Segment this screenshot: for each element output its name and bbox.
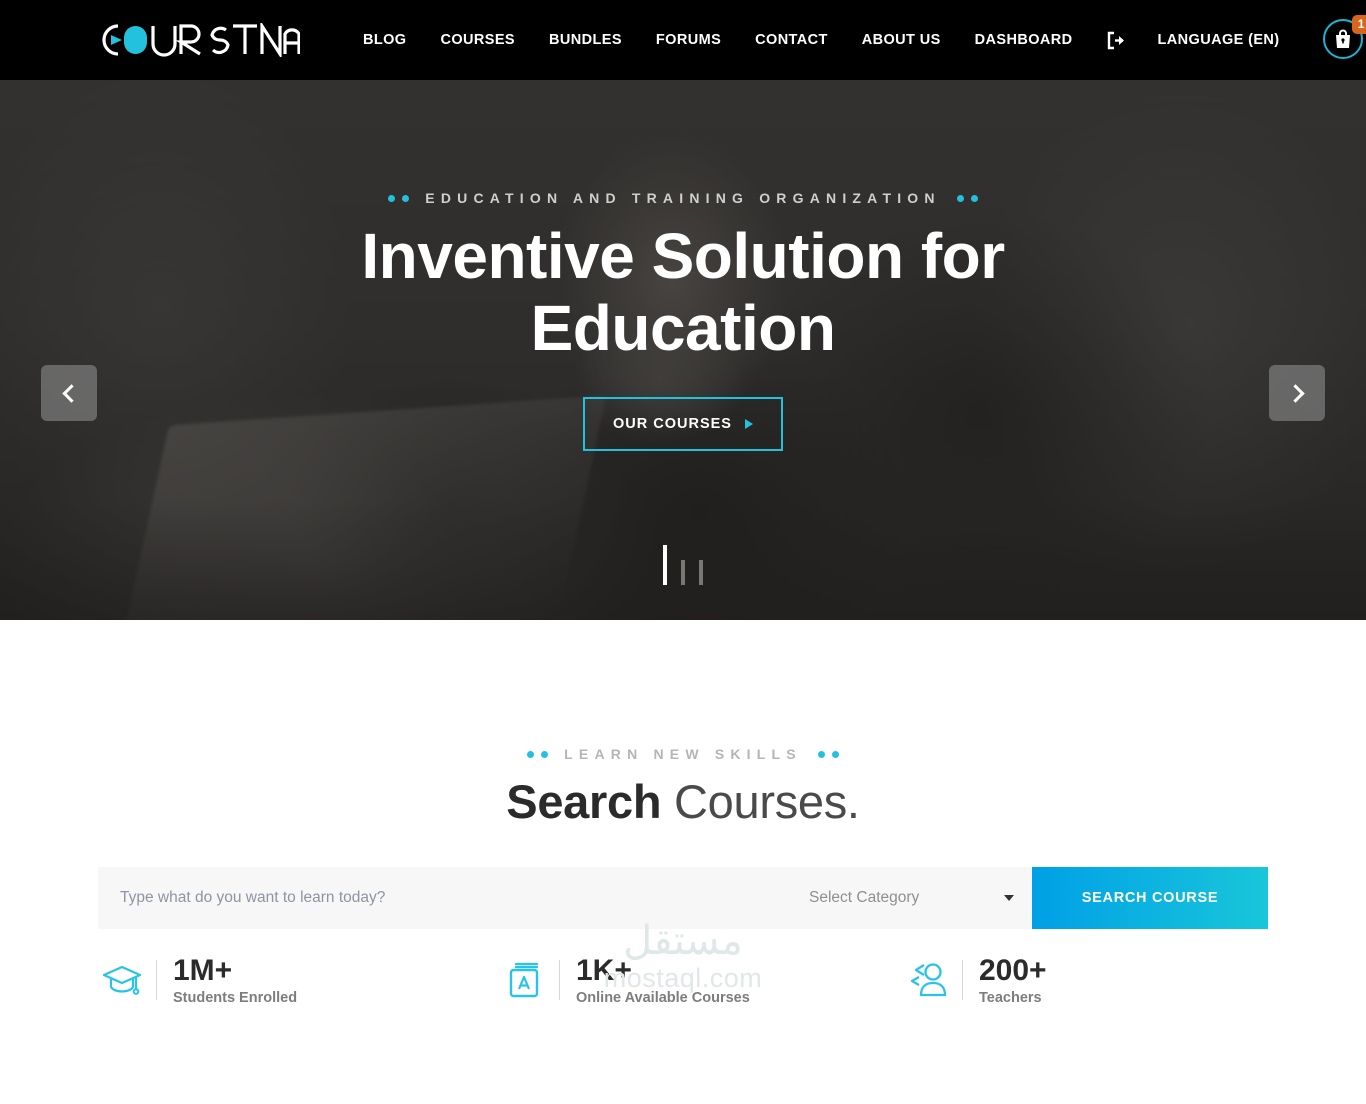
dot-icon bbox=[817, 750, 825, 758]
slider-bar-2[interactable] bbox=[681, 560, 685, 585]
dot-icon bbox=[831, 750, 839, 758]
hero-eyebrow-text: EDUCATION AND TRAINING ORGANIZATION bbox=[425, 190, 941, 206]
dot-icon bbox=[402, 194, 410, 202]
hero-slider: EDUCATION AND TRAINING ORGANIZATION Inve… bbox=[0, 80, 1366, 620]
courstna-logo-icon bbox=[102, 23, 300, 57]
dot-icon bbox=[388, 194, 396, 202]
cart-button[interactable]: 1 bbox=[1322, 15, 1366, 61]
nav-item-bundles[interactable]: BUNDLES bbox=[532, 0, 639, 80]
nav-item-courses[interactable]: COURSES bbox=[424, 0, 533, 80]
section-dots-right bbox=[817, 750, 839, 758]
section-eyebrow-text: LEARN NEW SKILLS bbox=[564, 746, 802, 762]
section-title-rest: Courses. bbox=[661, 775, 860, 828]
mostaql-watermark: مستقل mostaql.com bbox=[0, 921, 1366, 994]
hero-eyebrow: EDUCATION AND TRAINING ORGANIZATION bbox=[388, 190, 978, 206]
eyebrow-dots-right bbox=[956, 194, 978, 202]
section-dots-left bbox=[527, 750, 549, 758]
slider-bar-3[interactable] bbox=[699, 560, 703, 585]
dot-icon bbox=[956, 194, 964, 202]
dot-icon bbox=[541, 750, 549, 758]
logout-icon bbox=[1107, 31, 1124, 49]
slider-next-button[interactable] bbox=[1269, 365, 1325, 421]
play-triangle-icon bbox=[744, 418, 753, 429]
main-navigation: BLOG COURSES BUNDLES FORUMS CONTACT ABOU… bbox=[346, 0, 1297, 80]
our-courses-button[interactable]: OUR COURSES bbox=[583, 396, 783, 451]
category-select-value: Select Category bbox=[809, 889, 920, 906]
section-title-bold: Search bbox=[506, 775, 662, 828]
chevron-left-icon bbox=[61, 383, 81, 403]
section-eyebrow: LEARN NEW SKILLS bbox=[0, 746, 1366, 762]
hero-title: Inventive Solution for Education bbox=[361, 220, 1005, 365]
watermark-arabic: مستقل bbox=[623, 917, 743, 964]
dot-icon bbox=[527, 750, 535, 758]
chevron-down-icon bbox=[1004, 895, 1014, 901]
chevron-right-icon bbox=[1285, 383, 1305, 403]
nav-item-dashboard[interactable]: DASHBOARD bbox=[958, 0, 1090, 80]
section-title: Search Courses. bbox=[0, 774, 1366, 829]
nav-item-blog[interactable]: BLOG bbox=[346, 0, 424, 80]
nav-item-contact[interactable]: CONTACT bbox=[738, 0, 845, 80]
slider-prev-button[interactable] bbox=[41, 365, 97, 421]
shopping-bag-icon bbox=[1335, 29, 1350, 48]
eyebrow-dots-left bbox=[388, 194, 410, 202]
logout-button[interactable] bbox=[1090, 0, 1141, 80]
our-courses-label: OUR COURSES bbox=[613, 415, 732, 432]
search-courses-section: LEARN NEW SKILLS Search Courses. Select … bbox=[0, 620, 1366, 1006]
cart-count-badge: 1 bbox=[1351, 15, 1366, 34]
slider-bar-1[interactable] bbox=[663, 545, 667, 585]
dot-icon bbox=[970, 194, 978, 202]
nav-item-forums[interactable]: FORUMS bbox=[639, 0, 738, 80]
site-header: BLOG COURSES BUNDLES FORUMS CONTACT ABOU… bbox=[0, 0, 1366, 80]
nav-item-about-us[interactable]: ABOUT US bbox=[845, 0, 958, 80]
slider-pagination bbox=[0, 545, 1366, 585]
watermark-latin: mostaql.com bbox=[603, 962, 763, 993]
site-logo[interactable] bbox=[96, 0, 300, 80]
language-selector[interactable]: LANGUAGE (EN) bbox=[1141, 0, 1297, 80]
